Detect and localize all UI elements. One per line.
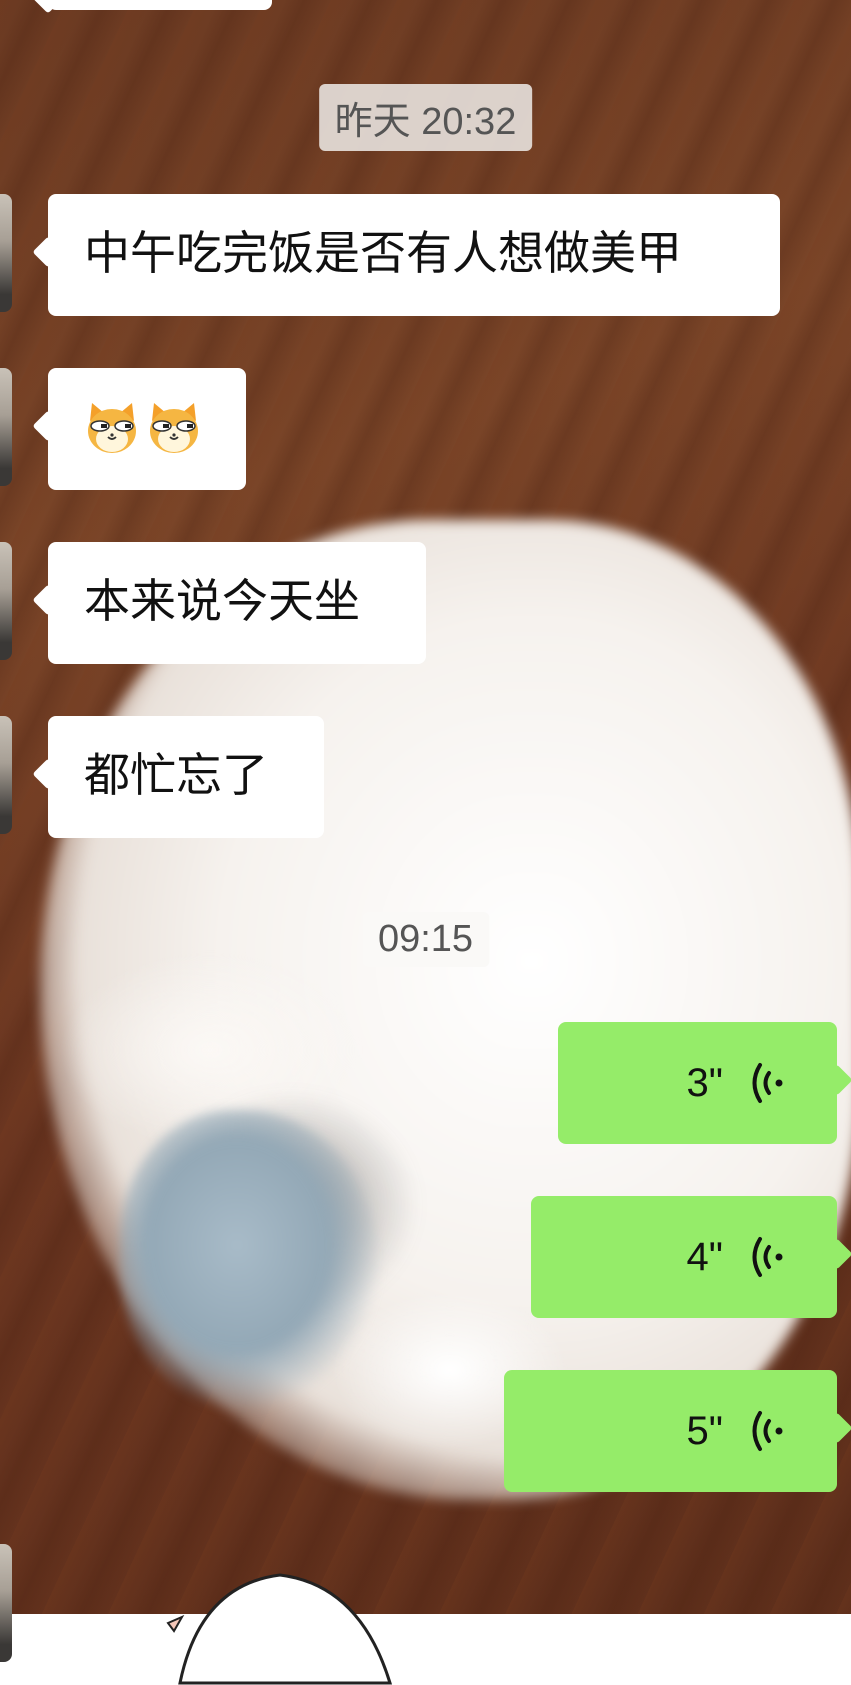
- emoji-group: [84, 397, 210, 457]
- message-text: 本来说今天坐: [84, 575, 360, 627]
- voice-duration: 3": [686, 1061, 723, 1105]
- timestamp: 昨天 20:32: [318, 84, 533, 151]
- voice-duration: 4": [686, 1235, 723, 1279]
- sticker-message[interactable]: [160, 1565, 400, 1685]
- avatar[interactable]: [0, 1544, 12, 1662]
- voice-message-content: 3": [687, 1022, 787, 1144]
- message-bubble[interactable]: 本来说今天坐: [48, 542, 426, 664]
- avatar[interactable]: [0, 368, 12, 486]
- avatar[interactable]: [0, 194, 12, 312]
- voice-wave-icon: [752, 1237, 783, 1277]
- voice-message-content: 5": [687, 1370, 787, 1492]
- voice-message-content: 4": [687, 1196, 787, 1318]
- message-bubble[interactable]: 都忙忘了: [48, 716, 324, 838]
- avatar[interactable]: [0, 542, 12, 660]
- message-bubble-partial[interactable]: [48, 0, 272, 10]
- voice-wave-icon: [752, 1063, 783, 1103]
- voice-message-bubble[interactable]: 3": [558, 1022, 837, 1144]
- voice-message-bubble[interactable]: 4": [531, 1196, 837, 1318]
- emoji-message-bubble[interactable]: [48, 368, 246, 490]
- message-bubble[interactable]: 中午吃完饭是否有人想做美甲: [48, 194, 780, 316]
- doge-cat-emoji-icon: [150, 403, 198, 453]
- voice-message-bubble[interactable]: 5": [504, 1370, 837, 1492]
- message-text: 都忙忘了: [84, 749, 268, 801]
- timestamp: 09:15: [361, 912, 490, 967]
- voice-wave-icon: [752, 1411, 783, 1451]
- message-text: 中午吃完饭是否有人想做美甲: [84, 227, 682, 279]
- voice-duration: 5": [686, 1409, 723, 1453]
- avatar[interactable]: [0, 716, 12, 834]
- doge-cat-emoji-icon: [88, 403, 136, 453]
